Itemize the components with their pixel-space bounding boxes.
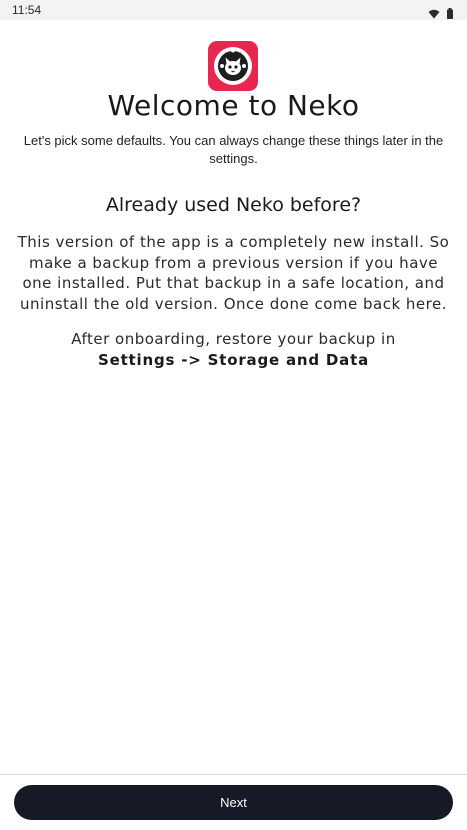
backup-info-text: This version of the app is a completely …	[17, 233, 450, 313]
footer-divider	[0, 774, 467, 775]
settings-path: Settings -> Storage and Data	[98, 350, 369, 369]
restore-instructions: After onboarding, restore your backup in…	[0, 329, 467, 370]
neko-logo-icon	[214, 47, 252, 85]
status-bar: 11:54	[0, 0, 467, 20]
welcome-title: Welcome to Neko	[107, 89, 360, 122]
status-time: 11:54	[12, 3, 42, 17]
status-icons	[428, 4, 453, 23]
battery-icon	[447, 4, 453, 23]
app-logo	[208, 41, 258, 91]
wifi-icon	[428, 4, 440, 23]
welcome-subtitle: Let's pick some defaults. You can always…	[23, 133, 444, 166]
section-title: Already used Neko before?	[105, 194, 362, 216]
next-button[interactable]: Next	[14, 785, 453, 820]
restore-text: After onboarding, restore your backup in	[71, 330, 396, 348]
